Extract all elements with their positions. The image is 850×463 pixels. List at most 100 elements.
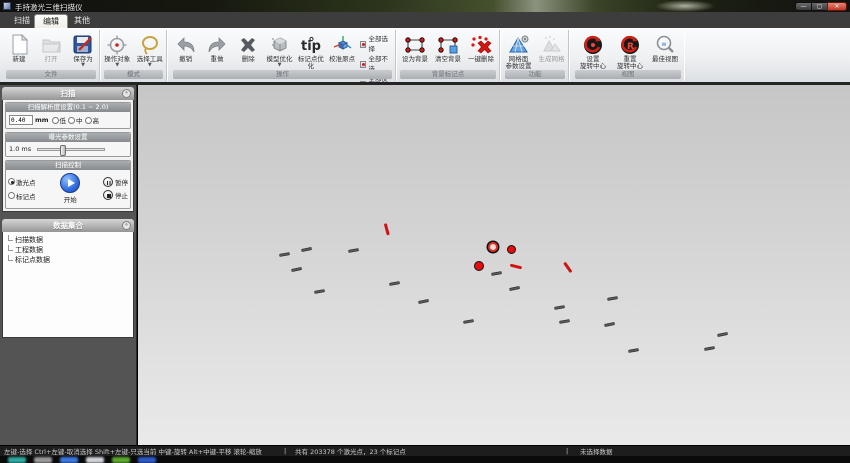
ribbon-group-label: 视图 [575, 70, 681, 79]
taskbar-icon[interactable] [138, 457, 156, 463]
tree-item-scan-data[interactable]: 扫描数据 [5, 235, 131, 245]
marker-point-radio[interactable] [8, 192, 15, 199]
status-divider: | [566, 447, 568, 455]
taskbar-icon[interactable] [112, 457, 130, 463]
model-optimize-icon [268, 33, 292, 56]
set-background-button[interactable]: 设为背景 [399, 33, 432, 63]
marker-point-option[interactable]: 标记点 [8, 191, 38, 201]
generate-mesh-button[interactable]: 生成网格 [535, 33, 568, 63]
mesh-params-button[interactable]: 网格面 参数设置 [502, 33, 535, 70]
marker-optimize-button[interactable]: tip 标记点优化 [295, 33, 326, 70]
collapse-chevron-icon[interactable]: ⌃ [122, 89, 131, 98]
minimize-button[interactable]: — [795, 2, 811, 11]
red-marker-dot [507, 245, 516, 254]
reset-rotation-center-icon: R [618, 33, 642, 56]
laser-point-radio[interactable] [8, 178, 15, 185]
resolution-input[interactable] [9, 115, 33, 125]
title-bar[interactable]: 手持激光三维扫描仪 — ▢ ✕ [0, 0, 850, 12]
taskbar-icon[interactable] [60, 457, 78, 463]
scan-viewport[interactable] [138, 85, 850, 445]
start-scan-button[interactable] [60, 173, 80, 193]
model-optimize-button[interactable]: 模型优化 ▼ [264, 33, 295, 68]
operate-object-button[interactable]: 操作对象 ▼ [101, 33, 134, 68]
ribbon-group-file: 新建 打开 保存为 ▼ 文件 [3, 30, 100, 81]
dropdown-arrow-icon[interactable]: ▼ [278, 63, 282, 68]
resolution-low-radio[interactable] [52, 117, 59, 124]
red-marker-stroke [564, 262, 573, 273]
taskbar-icon[interactable] [86, 457, 104, 463]
red-marker-dot [474, 261, 484, 271]
svg-text:R: R [627, 42, 634, 52]
tree-item-marker-data[interactable]: 标记点数据 [5, 255, 131, 265]
taskbar-icon[interactable] [34, 457, 52, 463]
lasso-icon [138, 33, 162, 56]
reset-rotation-center-button[interactable]: R 重置 旋转中心 [612, 33, 649, 70]
ribbon-group-label: 文件 [6, 70, 96, 79]
windows-taskbar-sliver[interactable] [0, 456, 850, 463]
pause-icon [103, 177, 113, 187]
dropdown-arrow-icon[interactable]: ▼ [81, 63, 85, 68]
clear-background-button[interactable]: 清空背景 [432, 33, 465, 63]
marker-dash [314, 289, 325, 293]
marker-dash [491, 271, 502, 275]
slider-thumb[interactable] [60, 145, 66, 156]
maximize-button[interactable]: ▢ [811, 2, 827, 11]
undo-button[interactable]: 撤销 [170, 33, 201, 63]
laser-point-option[interactable]: 激光点 [8, 177, 38, 187]
data-panel-header[interactable]: 数据集合 ⌃ [2, 219, 134, 232]
ribbon-group-operate: 撤销 重做 删除 模型 [170, 30, 396, 81]
save-as-icon [71, 33, 95, 56]
axis-origin-icon [330, 33, 354, 56]
delete-all-markers-button[interactable]: 一键删除 [465, 33, 498, 63]
resolution-mid-radio[interactable] [68, 117, 75, 124]
collapse-chevron-icon[interactable]: ⌃ [122, 221, 131, 230]
mesh-params-icon [507, 33, 531, 56]
stop-button[interactable]: 停止 [103, 190, 128, 200]
tab-other[interactable]: 其他 [66, 14, 98, 28]
resolution-unit: mm [35, 116, 49, 124]
new-button[interactable]: 新建 [3, 33, 35, 63]
tab-edit[interactable]: 编辑 [34, 14, 68, 28]
tree-item-project-data[interactable]: 工程数据 [5, 245, 131, 255]
marker-dash [717, 332, 728, 337]
open-button[interactable]: 打开 [35, 33, 67, 63]
select-tool-button[interactable]: 选择工具 ▼ [134, 33, 167, 68]
marker-dash [301, 247, 312, 252]
svg-text:w: w [662, 41, 667, 48]
selection-status: 未选择数据 [580, 446, 613, 456]
ribbon: 新建 打开 保存为 ▼ 文件 [0, 28, 850, 82]
delete-x-icon [236, 33, 260, 56]
close-button[interactable]: ✕ [827, 2, 847, 11]
ribbon-group-background-markers: 设为背景 清空背景 一键删除 背景标记点 [397, 30, 500, 81]
set-rotation-center-button[interactable]: 设置 旋转中心 [575, 33, 612, 70]
generate-mesh-icon [540, 33, 564, 56]
status-divider: | [284, 447, 286, 455]
red-marker-stroke [384, 223, 390, 235]
ribbon-group-label: 模式 [104, 70, 163, 79]
save-as-button[interactable]: 保存为 ▼ [67, 33, 99, 68]
marker-dash [389, 281, 400, 285]
ribbon-group-label: 操作 [173, 70, 392, 79]
scan-control-header: 扫描控制 [6, 161, 130, 170]
scan-panel-header[interactable]: 扫描 ⌃ [2, 87, 134, 100]
resolution-high-radio[interactable] [85, 117, 92, 124]
data-tree: 扫描数据 工程数据 标记点数据 [2, 232, 134, 338]
pause-button[interactable]: 暂停 [103, 177, 128, 187]
ribbon-group-label: 功能 [505, 70, 565, 79]
redo-button[interactable]: 重做 [201, 33, 232, 63]
best-view-button[interactable]: w 最佳视图 [649, 33, 682, 63]
delete-button[interactable]: 删除 [233, 33, 264, 63]
calibrate-origin-button[interactable]: 校准原点 [326, 33, 357, 63]
ribbon-group-mode: 操作对象 ▼ 选择工具 ▼ 模式 [101, 30, 167, 81]
marker-dash [628, 348, 639, 352]
taskbar-icon[interactable] [8, 457, 26, 463]
marker-dash [279, 252, 290, 256]
dropdown-arrow-icon[interactable]: ▼ [115, 63, 119, 68]
ribbon-tab-bar: 扫描 编辑 其他 [0, 12, 850, 28]
marker-dash [418, 299, 429, 304]
select-all-link[interactable]: 全部选择 [360, 34, 393, 54]
exposure-slider[interactable] [37, 148, 105, 151]
marker-dash [604, 322, 615, 327]
dropdown-arrow-icon[interactable]: ▼ [148, 63, 152, 68]
marker-dash [509, 286, 520, 291]
